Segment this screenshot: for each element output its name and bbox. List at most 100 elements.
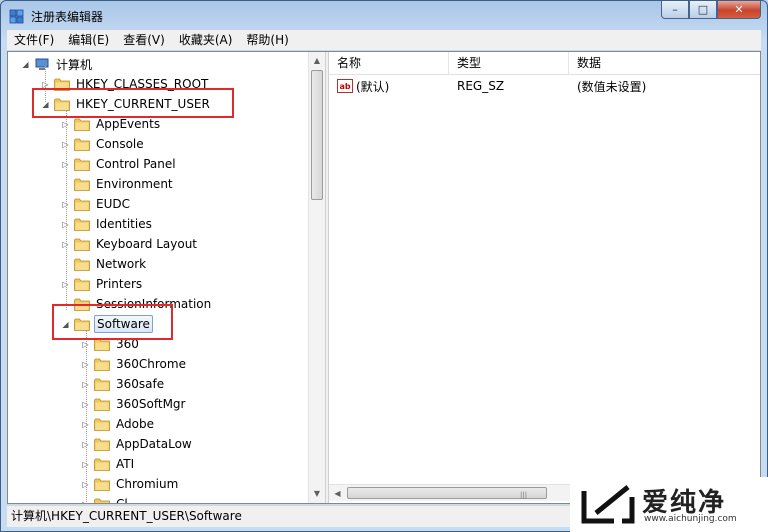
tree-node-label: Keyboard Layout: [96, 237, 198, 251]
folder-icon: [74, 238, 90, 251]
menu-edit[interactable]: 编辑(E): [61, 30, 116, 50]
tree-node-subkey[interactable]: ▷ ATI: [80, 454, 136, 474]
tree-node-label: Printers: [96, 277, 143, 291]
tree-node-computer[interactable]: ◢ 计算机: [20, 54, 94, 74]
registry-editor-window: 注册表编辑器 – □ ✕ 文件(F) 编辑(E) 查看(V) 收藏夹(A) 帮助…: [0, 0, 768, 532]
tree-node-label: HKEY_CLASSES_ROOT: [76, 77, 209, 91]
tree-node-subkey[interactable]: ▷ AppDataLow: [80, 434, 194, 454]
folder-icon: [94, 338, 110, 351]
folder-icon: [74, 198, 90, 211]
key-tree-pane[interactable]: ◢ 计算机 ▷ HKEY_CLASSES_ROOT ◢ HKEY_CURRENT_USER…: [8, 52, 325, 503]
scroll-up-arrow-icon[interactable]: ▲: [309, 52, 325, 69]
tree-node-label: Identities: [96, 217, 152, 231]
tree-node-subkey[interactable]: ▷Cl: [80, 494, 130, 503]
collapse-arrow-icon[interactable]: ◢: [60, 319, 71, 330]
tree-node-label: AppDataLow: [116, 437, 192, 451]
caption-buttons: – □ ✕: [661, 1, 761, 21]
tree-node-key[interactable]: ▷ AppEvents: [60, 114, 162, 134]
tree-node-label: 360safe: [116, 377, 165, 391]
tree-node-key[interactable]: ▷ Identities: [60, 214, 154, 234]
tree-guide-line: [86, 330, 87, 503]
tree-node-label: Control Panel: [96, 157, 176, 171]
menu-view[interactable]: 查看(V): [116, 30, 172, 50]
folder-icon: [94, 398, 110, 411]
tree-node-label: Console: [96, 137, 144, 151]
folder-icon: [74, 318, 90, 331]
tree-vertical-scrollbar[interactable]: ▲ ▼: [308, 52, 325, 503]
folder-icon: [54, 78, 70, 91]
column-data[interactable]: 数据: [569, 52, 760, 74]
tree-node-key[interactable]: SessionInformation: [60, 294, 213, 314]
tree-node-hive[interactable]: ▷ HKEY_CLASSES_ROOT: [40, 74, 210, 94]
value-data: (数值未设置): [577, 79, 647, 94]
brand-logo-icon: [581, 485, 635, 524]
computer-icon: [35, 58, 49, 70]
tree-node-label: HKEY_CURRENT_USER: [76, 97, 210, 111]
registry-editor-icon: [9, 9, 24, 24]
tree-node-subkey[interactable]: ▷ 360SoftMgr: [80, 394, 188, 414]
tree-node-label: Network: [96, 257, 147, 271]
column-type[interactable]: 类型: [449, 52, 569, 74]
maximize-button[interactable]: □: [689, 1, 717, 19]
value-list-pane[interactable]: 名称 类型 数据 ab (默认) REG_SZ (数值未设置) ◀ |||: [329, 52, 760, 503]
title-bar[interactable]: 注册表编辑器 – □ ✕: [1, 1, 767, 31]
tree-node-key[interactable]: ▷ Printers: [60, 274, 144, 294]
close-button[interactable]: ✕: [717, 1, 761, 19]
tree-node-key[interactable]: ▷ Control Panel: [60, 154, 178, 174]
menu-favorites[interactable]: 收藏夹(A): [172, 30, 240, 50]
tree-scroll-thumb[interactable]: [311, 70, 323, 200]
column-header: 名称 类型 数据: [329, 52, 760, 75]
client-area: ◢ 计算机 ▷ HKEY_CLASSES_ROOT ◢ HKEY_CURRENT_USER…: [7, 51, 761, 504]
tree-node-key[interactable]: ▷ EUDC: [60, 194, 132, 214]
tree-node-label: Chromium: [116, 477, 179, 491]
key-tree: ◢ 计算机 ▷ HKEY_CLASSES_ROOT ◢ HKEY_CURRENT_USER…: [8, 52, 308, 503]
tree-node-label: 360: [116, 337, 139, 351]
list-scroll-thumb[interactable]: |||: [347, 487, 547, 499]
tree-node-label: AppEvents: [96, 117, 161, 131]
folder-icon: [74, 158, 90, 171]
scroll-down-arrow-icon[interactable]: ▼: [309, 485, 325, 502]
folder-icon: [74, 258, 90, 271]
tree-node-label: Cl: [114, 496, 130, 503]
tree-node-key[interactable]: Environment: [60, 174, 175, 194]
grip-icon: |||: [520, 491, 528, 499]
value-name: (默认): [356, 79, 390, 94]
tree-node-key[interactable]: ▷ Keyboard Layout: [60, 234, 199, 254]
folder-icon: [74, 118, 90, 131]
scroll-left-arrow-icon[interactable]: ◀: [329, 485, 346, 501]
tree-node-subkey[interactable]: ▷ 360: [80, 334, 141, 354]
collapse-arrow-icon[interactable]: ◢: [20, 59, 31, 70]
tree-node-subkey[interactable]: ▷ Chromium: [80, 474, 180, 494]
tree-node-key[interactable]: ◢ Software: [60, 314, 153, 334]
folder-icon: [74, 218, 90, 231]
folder-icon: [94, 478, 110, 491]
tree-guide-line: [45, 66, 46, 102]
watermark-url: www.aichunjing.com: [644, 514, 737, 524]
menu-file[interactable]: 文件(F): [7, 30, 61, 50]
tree-node-label: EUDC: [96, 197, 130, 211]
value-type: REG_SZ: [457, 79, 505, 93]
tree-node-label: 360Chrome: [116, 357, 186, 371]
tree-node-subkey[interactable]: ▷ 360Chrome: [80, 354, 188, 374]
menu-help[interactable]: 帮助(H): [239, 30, 295, 50]
tree-node-key[interactable]: ▷ Console: [60, 134, 146, 154]
tree-node-label: 计算机: [56, 57, 93, 72]
tree-node-label: Adobe: [116, 417, 154, 431]
value-row[interactable]: ab (默认) REG_SZ (数值未设置): [329, 76, 760, 96]
folder-icon: [94, 498, 110, 503]
tree-node-label: ATI: [116, 457, 135, 471]
tree-node-label: SessionInformation: [96, 297, 212, 311]
tree-node-subkey[interactable]: ▷ 360safe: [80, 374, 166, 394]
folder-icon: [94, 418, 110, 431]
column-name[interactable]: 名称: [329, 52, 449, 74]
string-value-icon: ab: [337, 79, 353, 93]
folder-icon: [74, 178, 90, 191]
folder-icon: [94, 438, 110, 451]
tree-node-key[interactable]: Network: [60, 254, 148, 274]
tree-node-subkey[interactable]: ▷ Adobe: [80, 414, 156, 434]
folder-icon: [74, 298, 90, 311]
folder-icon: [94, 458, 110, 471]
minimize-button[interactable]: –: [661, 1, 689, 19]
watermark: 爱纯净 www.aichunjing.com: [570, 477, 768, 532]
menu-bar: 文件(F) 编辑(E) 查看(V) 收藏夹(A) 帮助(H): [7, 30, 761, 50]
